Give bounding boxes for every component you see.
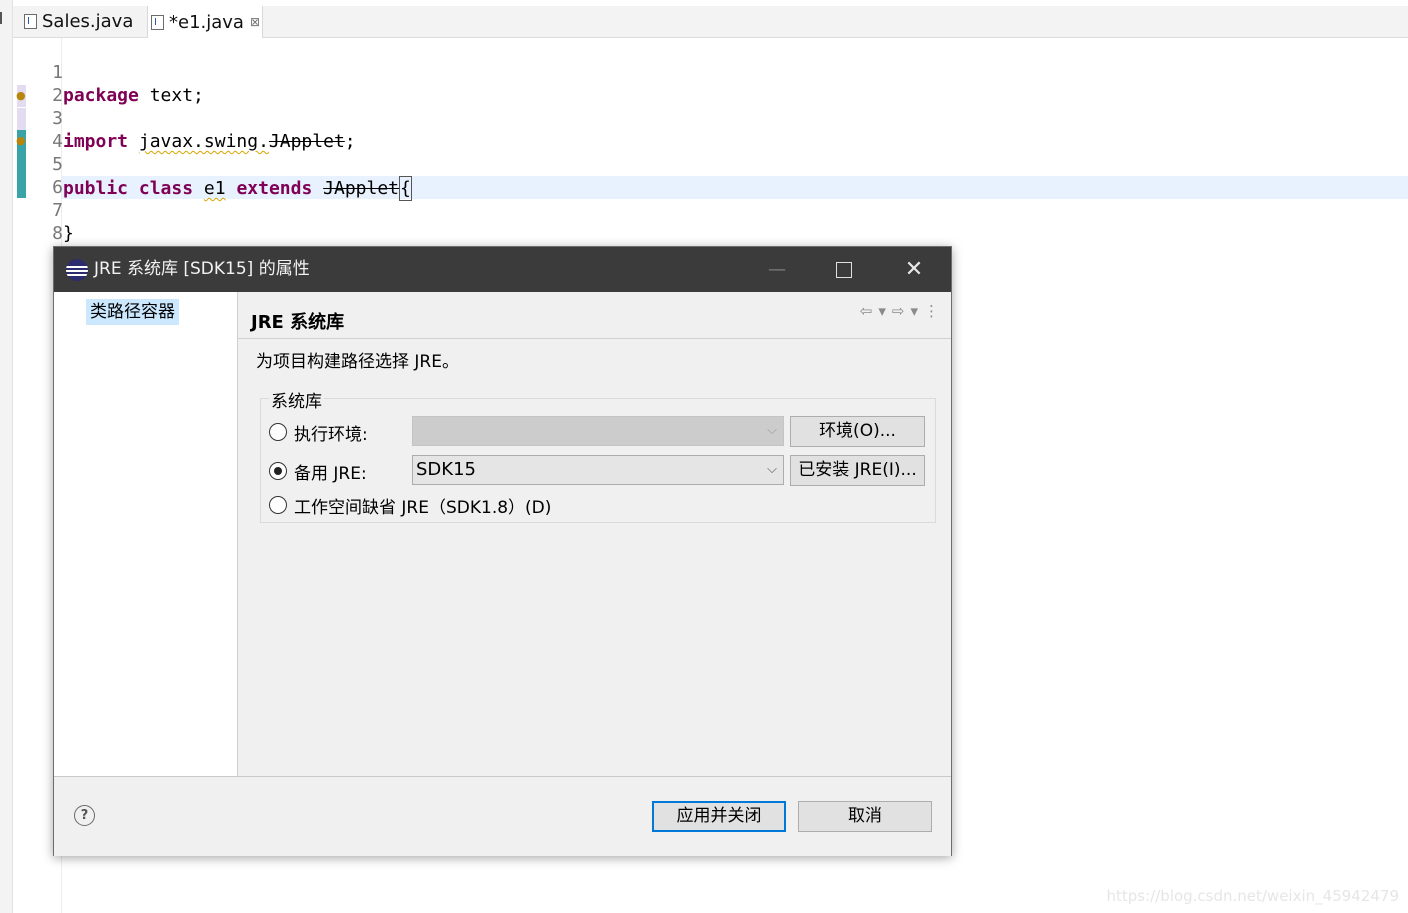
line-number: 7 <box>52 200 63 221</box>
line-number: 6 <box>52 177 63 198</box>
deprecated-class-token: JApplet <box>268 131 345 152</box>
tab-e1-java[interactable]: *e1.java ⊠ <box>147 6 263 38</box>
apply-and-close-button[interactable]: 应用并关闭 <box>652 801 786 832</box>
dialog-title: JRE 系统库 [SDK15] 的属性 <box>94 259 310 279</box>
code-line[interactable]: 7 } <box>13 176 74 244</box>
exec-env-combo: ⌵ <box>412 416 784 446</box>
tree-item-classpath-container[interactable]: 类路径容器 <box>86 299 179 325</box>
code-line[interactable]: 1 package text; <box>13 38 204 106</box>
maximize-icon <box>836 261 852 278</box>
code-line[interactable]: 8 <box>13 199 63 244</box>
semicolon: ; <box>344 131 356 152</box>
chevron-down-icon: ⌵ <box>767 423 777 438</box>
installed-jres-button[interactable]: 已安装 JRE(I)... <box>790 455 925 486</box>
code-line[interactable]: 5 public class e1 extends JApplet{ <box>13 130 412 201</box>
line-number: 2 <box>52 85 63 106</box>
close-tab-icon[interactable]: ⊠ <box>250 15 260 29</box>
close-brace: } <box>63 223 74 244</box>
group-label: 系统库 <box>269 387 324 412</box>
jre-properties-dialog: JRE 系统库 [SDK15] 的属性 — ✕ 类路径容器 JRE 系统库 ⇦ … <box>53 246 952 856</box>
page-header: JRE 系统库 ⇦ ▾ ⇨ ▾ ⋮ <box>238 292 951 339</box>
class-name-token: e1 <box>203 178 226 199</box>
dialog-titlebar[interactable]: JRE 系统库 [SDK15] 的属性 — ✕ <box>54 247 951 292</box>
chevron-down-icon: ⌵ <box>767 462 777 477</box>
tab-label: Sales.java <box>42 11 134 32</box>
code-line[interactable]: 2 <box>13 61 63 106</box>
workspace-default-jre-radio[interactable] <box>269 496 287 514</box>
keyword-token: package <box>63 85 139 106</box>
package-name: text; <box>138 85 204 106</box>
dialog-button-bar: ? 应用并关闭 取消 <box>54 776 951 856</box>
forward-menu-chevron-icon[interactable]: ▾ <box>910 302 918 320</box>
cancel-button[interactable]: 取消 <box>798 801 932 832</box>
keyword-token: extends <box>236 178 313 199</box>
close-dialog-button[interactable]: ✕ <box>891 247 937 292</box>
eclipse-logo-icon <box>66 259 88 281</box>
back-arrow-icon[interactable]: ⇦ <box>860 302 873 320</box>
matching-bracket: { <box>399 176 412 201</box>
alt-jre-value: SDK15 <box>416 459 476 480</box>
code-line[interactable]: 3 import javax.swing.JApplet; <box>13 84 355 152</box>
keyword-token: public <box>63 178 129 199</box>
help-icon[interactable]: ? <box>74 805 95 826</box>
alt-jre-label[interactable]: 备用 JRE: <box>294 459 367 484</box>
watermark: https://blog.csdn.net/weixin_45942479 <box>1106 887 1399 905</box>
page-tree: 类路径容器 <box>54 292 238 776</box>
history-nav: ⇦ ▾ ⇨ ▾ ⋮ <box>860 302 939 320</box>
line-number: 4 <box>52 131 63 152</box>
more-options-icon[interactable]: ⋮ <box>924 302 939 320</box>
maximize-button[interactable] <box>821 247 867 292</box>
java-file-icon <box>24 14 37 29</box>
java-file-icon <box>151 14 164 30</box>
left-trim-strip <box>0 0 13 913</box>
exec-env-label[interactable]: 执行环境: <box>294 420 368 445</box>
minimize-button[interactable]: — <box>754 247 800 292</box>
line-number: 1 <box>52 62 63 83</box>
alt-jre-combo[interactable]: SDK15 ⌵ <box>412 455 784 485</box>
tab-sales-java[interactable]: Sales.java <box>21 6 145 37</box>
back-menu-chevron-icon[interactable]: ▾ <box>878 302 886 320</box>
line-number: 8 <box>52 223 63 244</box>
forward-arrow-icon[interactable]: ⇨ <box>892 302 905 320</box>
exec-env-radio[interactable] <box>269 423 287 441</box>
page-title: JRE 系统库 <box>251 312 345 333</box>
tab-label: *e1.java <box>169 11 244 33</box>
alt-jre-radio[interactable] <box>269 462 287 480</box>
page-content: JRE 系统库 ⇦ ▾ ⇨ ▾ ⋮ 为项目构建路径选择 JRE。 系统库 执行环… <box>238 292 951 776</box>
workspace-default-jre-label[interactable]: 工作空间缺省 JRE（SDK1.8）(D) <box>294 493 551 518</box>
import-prefix: javax.swing. <box>138 131 269 152</box>
editor-tab-bar: Sales.java *e1.java ⊠ <box>13 6 1408 38</box>
keyword-token: import <box>63 131 129 152</box>
line-number: 3 <box>52 108 63 129</box>
system-library-group: 系统库 执行环境: ⌵ 环境(O)... 备用 JRE: SDK15 ⌵ 已安装… <box>260 387 936 523</box>
line-number: 5 <box>52 154 63 175</box>
page-description: 为项目构建路径选择 JRE。 <box>256 352 459 372</box>
deprecated-class-token: JApplet <box>323 178 399 199</box>
environments-button[interactable]: 环境(O)... <box>790 416 925 447</box>
code-line[interactable]: 4 <box>13 107 63 152</box>
keyword-token: class <box>138 178 194 199</box>
code-line[interactable]: 6 <box>13 153 63 198</box>
